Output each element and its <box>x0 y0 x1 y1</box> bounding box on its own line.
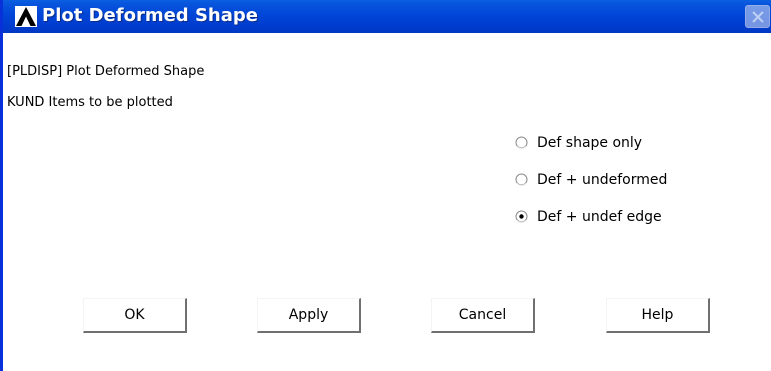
radio-label: Def shape only <box>537 135 643 151</box>
apply-button[interactable]: Apply <box>257 298 361 333</box>
close-icon <box>752 11 764 23</box>
window-title: Plot Deformed Shape <box>42 5 258 26</box>
radio-selected-icon[interactable] <box>515 210 528 223</box>
help-button[interactable]: Help <box>606 298 710 333</box>
ok-button[interactable]: OK <box>83 298 187 333</box>
kund-label: KUND Items to be plotted <box>7 95 173 110</box>
dialog-window: Plot Deformed Shape [PLDISP] Plot Deform… <box>0 0 771 371</box>
radio-unselected-icon[interactable] <box>515 173 528 186</box>
radio-label: Def + undef edge <box>537 209 662 225</box>
radio-label: Def + undeformed <box>537 172 668 188</box>
dialog-body: [PLDISP] Plot Deformed Shape KUND Items … <box>3 33 771 371</box>
ansys-logo-icon <box>15 6 37 27</box>
title-bar[interactable]: Plot Deformed Shape <box>3 0 771 33</box>
radio-unselected-icon[interactable] <box>515 136 528 149</box>
close-button[interactable] <box>745 5 770 28</box>
command-label: [PLDISP] Plot Deformed Shape <box>7 64 205 79</box>
cancel-button[interactable]: Cancel <box>431 298 535 333</box>
